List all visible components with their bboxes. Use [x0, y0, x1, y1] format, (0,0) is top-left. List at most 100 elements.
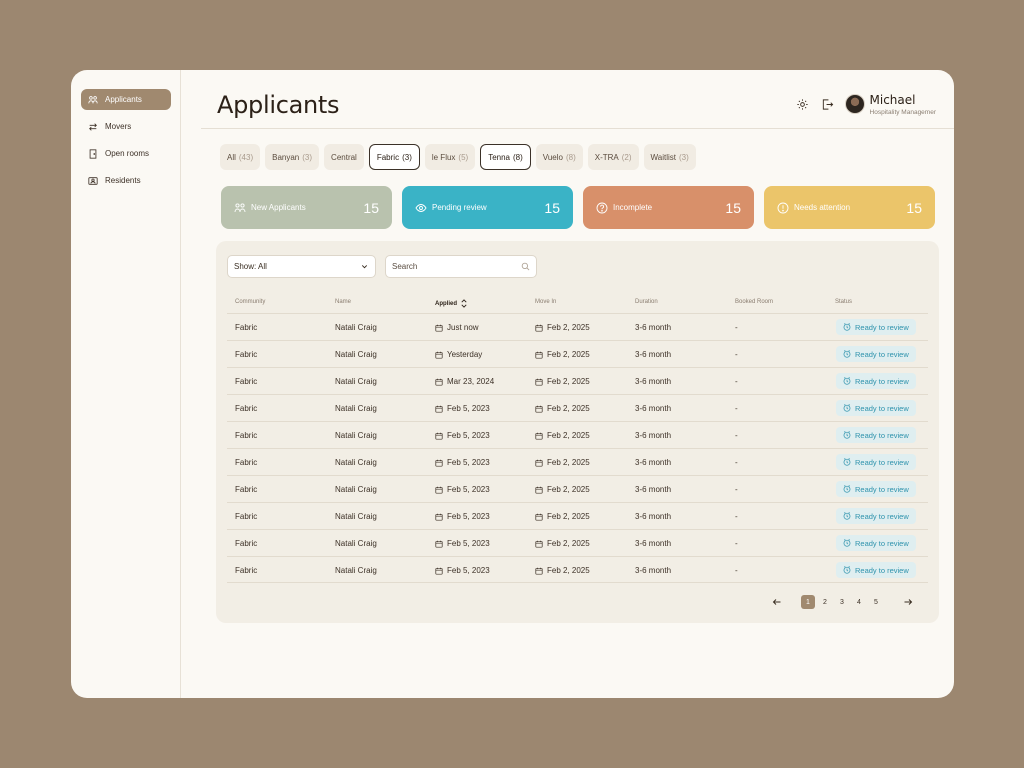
settings-button[interactable]: [795, 96, 811, 112]
filter-chip-vuelo[interactable]: Vuelo (8): [535, 144, 583, 170]
cell-name: Natali Craig: [335, 431, 377, 440]
cell-community: Fabric: [235, 431, 258, 440]
calendar-icon: [535, 378, 543, 386]
sidebar: Applicants Movers Open rooms Residents: [71, 70, 181, 698]
status-badge[interactable]: Ready to review: [836, 427, 916, 443]
calendar-icon: [435, 324, 443, 332]
calendar-icon: [435, 486, 443, 494]
stat-card-new-applicants[interactable]: New Applicants 15: [221, 186, 392, 229]
page-number-4[interactable]: 4: [852, 595, 866, 609]
cell-community: Fabric: [235, 377, 258, 386]
table-row[interactable]: Fabric Natali Craig Just now Feb 2, 2025 3-6…: [227, 313, 928, 340]
chip-label: Vuelo: [542, 152, 563, 162]
column-header-booked-room[interactable]: Booked Room: [735, 299, 773, 305]
door-icon: [88, 148, 98, 159]
filter-chip-tenna[interactable]: Tenna (8): [480, 144, 531, 170]
cell-booked-room: -: [735, 323, 738, 332]
show-select-value: Show: All: [234, 262, 267, 271]
status-badge[interactable]: Ready to review: [836, 454, 916, 470]
table-row[interactable]: Fabric Natali Craig Feb 5, 2023 Feb 2, 2025…: [227, 502, 928, 529]
calendar-icon: [435, 432, 443, 440]
column-header-status[interactable]: Status: [835, 299, 852, 305]
table-row[interactable]: Fabric Natali Craig Feb 5, 2023 Feb 2, 2025…: [227, 448, 928, 475]
cell-name: Natali Craig: [335, 512, 377, 521]
logout-icon: [822, 98, 834, 110]
filter-chip-banyan[interactable]: Banyan (3): [265, 144, 320, 170]
eye-icon: [415, 202, 427, 214]
status-badge[interactable]: Ready to review: [836, 400, 916, 416]
status-badge[interactable]: Ready to review: [836, 508, 916, 524]
sidebar-item-residents[interactable]: Residents: [81, 170, 171, 191]
show-filter-select[interactable]: Show: All: [227, 255, 376, 278]
table-row[interactable]: Fabric Natali Craig Mar 23, 2024 Feb 2, 202…: [227, 367, 928, 394]
column-header-applied[interactable]: Applied: [435, 299, 468, 308]
filter-chip-central[interactable]: Central: [324, 144, 364, 170]
cell-duration: 3-6 month: [635, 350, 672, 359]
filter-chip-x-tra[interactable]: X-TRA (2): [587, 144, 639, 170]
cell-move-in-text: Feb 2, 2025: [547, 566, 590, 575]
calendar-icon: [435, 513, 443, 521]
community-filter-tabs: All (43) Banyan (3) Central Fabric (3) le F…: [220, 144, 701, 170]
search-input[interactable]: [392, 262, 512, 271]
status-text: Ready to review: [855, 538, 909, 548]
table-body: Fabric Natali Craig Just now Feb 2, 2025 3-6…: [227, 313, 928, 583]
chip-count: (5): [458, 152, 469, 162]
page-number-5[interactable]: 5: [869, 595, 883, 609]
page-number-3[interactable]: 3: [835, 595, 849, 609]
cell-community: Fabric: [235, 512, 258, 521]
table-row[interactable]: Fabric Natali Craig Feb 5, 2023 Feb 2, 2025…: [227, 421, 928, 448]
table-row[interactable]: Fabric Natali Craig Feb 5, 2023 Feb 2, 2025…: [227, 529, 928, 556]
column-header-move-in[interactable]: Move In: [535, 299, 556, 305]
calendar-icon: [435, 540, 443, 548]
filter-chip-waitlist[interactable]: Waitlist (3): [643, 144, 696, 170]
status-text: Ready to review: [855, 484, 909, 494]
table-row[interactable]: Fabric Natali Craig Feb 5, 2023 Feb 2, 2025…: [227, 394, 928, 421]
page-number-2[interactable]: 2: [818, 595, 832, 609]
filter-chip-fabric[interactable]: Fabric (3): [368, 144, 420, 170]
cell-applied-text: Mar 23, 2024: [447, 377, 495, 386]
status-text: Ready to review: [855, 403, 909, 413]
prev-page-button[interactable]: [770, 595, 784, 609]
status-text: Ready to review: [855, 322, 909, 332]
stat-card-incomplete[interactable]: Incomplete 15: [583, 186, 754, 229]
column-header-name[interactable]: Name: [335, 299, 351, 305]
calendar-icon: [535, 324, 543, 332]
cell-duration: 3-6 month: [635, 539, 672, 548]
filter-chip-all[interactable]: All (43): [220, 144, 261, 170]
page-number-1[interactable]: 1: [801, 595, 815, 609]
status-text: Ready to review: [855, 511, 909, 521]
column-header-community[interactable]: Community: [235, 299, 265, 305]
status-badge[interactable]: Ready to review: [836, 319, 916, 335]
cell-community: Fabric: [235, 350, 258, 359]
cell-booked-room: -: [735, 566, 738, 575]
alert-circle-icon: [777, 202, 789, 214]
next-page-button[interactable]: [901, 595, 915, 609]
column-header-duration[interactable]: Duration: [635, 299, 658, 305]
swap-arrows-icon: [88, 122, 98, 132]
cell-community: Fabric: [235, 539, 258, 548]
status-badge[interactable]: Ready to review: [836, 562, 916, 578]
status-badge[interactable]: Ready to review: [836, 481, 916, 497]
column-header-label: Applied: [435, 300, 457, 307]
table-row[interactable]: Fabric Natali Craig Feb 5, 2023 Feb 2, 2025…: [227, 475, 928, 502]
sidebar-item-open-rooms[interactable]: Open rooms: [81, 143, 171, 164]
status-badge[interactable]: Ready to review: [836, 373, 916, 389]
cell-move-in: Feb 2, 2025: [535, 512, 590, 521]
stat-card-pending-review[interactable]: Pending review 15: [402, 186, 573, 229]
status-badge[interactable]: Ready to review: [836, 535, 916, 551]
logout-button[interactable]: [820, 96, 836, 112]
filter-chip-le-flux[interactable]: le Flux (5): [424, 144, 476, 170]
table-header: Community Name Applied Move In Duration …: [227, 295, 928, 313]
table-row[interactable]: Fabric Natali Craig Yesterday Feb 2, 2025 3-…: [227, 340, 928, 367]
cell-name: Natali Craig: [335, 377, 377, 386]
sidebar-item-applicants[interactable]: Applicants: [81, 89, 171, 110]
cell-duration: 3-6 month: [635, 404, 672, 413]
avatar[interactable]: [844, 94, 865, 114]
clock-check-icon: [843, 431, 851, 439]
cell-applied-text: Feb 5, 2023: [447, 485, 490, 494]
stat-card-needs-attention[interactable]: Needs attention 15: [764, 186, 935, 229]
status-badge[interactable]: Ready to review: [836, 346, 916, 362]
sidebar-item-movers[interactable]: Movers: [81, 116, 171, 137]
header-divider: [201, 128, 954, 129]
table-row[interactable]: Fabric Natali Craig Feb 5, 2023 Feb 2, 2025…: [227, 556, 928, 583]
